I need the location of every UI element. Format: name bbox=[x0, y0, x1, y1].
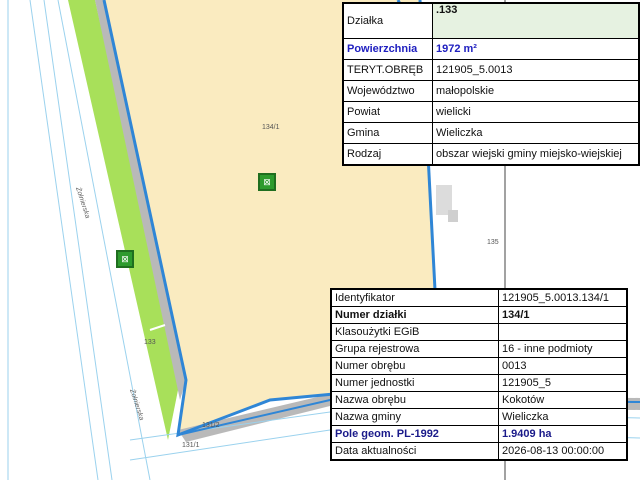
parcel-label-131-1: 131/1 bbox=[182, 442, 200, 449]
row-key-dzialka: Działka bbox=[342, 2, 433, 39]
table-row: Powierzchnia 1972 m² bbox=[342, 38, 640, 60]
row-value-data-aktualnosci: 2026-08-13 00:00:00 bbox=[498, 442, 628, 461]
row-key-powiat: Powiat bbox=[342, 101, 433, 123]
parcel-label-131-2: 131/2 bbox=[202, 422, 220, 429]
parcel-details-table: Identyfikator 121905_5.0013.134/1 Numer … bbox=[330, 288, 628, 461]
row-value-powierzchnia: 1972 m² bbox=[432, 38, 640, 60]
row-value-rodzaj: obszar wiejski gminy miejsko-wiejskiej bbox=[432, 143, 640, 166]
row-value-pole-geom: 1.9409 ha bbox=[498, 425, 628, 443]
table-row: Data aktualności 2026-08-13 00:00:00 bbox=[330, 442, 628, 461]
table-row: Identyfikator 121905_5.0013.134/1 bbox=[330, 288, 628, 307]
row-key-numer-dzialki: Numer działki bbox=[330, 306, 499, 324]
row-key-klasouzytki: Klasoużytki EGiB bbox=[330, 323, 499, 341]
row-key-rodzaj: Rodzaj bbox=[342, 143, 433, 166]
table-row: Numer obrębu 0013 bbox=[330, 357, 628, 375]
row-value-teryt: 121905_5.0013 bbox=[432, 59, 640, 81]
table-row: Rodzaj obszar wiejski gminy miejsko-wiej… bbox=[342, 143, 640, 166]
plot-number: .133 bbox=[436, 4, 458, 16]
map-viewer[interactable]: 134/1 133 131/2 131/1 135 130 Żołnierska… bbox=[0, 0, 640, 480]
table-row: Powiat wielicki bbox=[342, 101, 640, 123]
row-value-powiat: wielicki bbox=[432, 101, 640, 123]
row-key-data-aktualnosci: Data aktualności bbox=[330, 442, 499, 461]
row-value-wojewodztwo: małopolskie bbox=[432, 80, 640, 102]
plot-info-table: Działka .133 Powierzchnia 1972 m² TERYT.… bbox=[342, 2, 640, 166]
table-row: Grupa rejestrowa 16 - inne podmioty bbox=[330, 340, 628, 358]
table-row: Gmina Wieliczka bbox=[342, 122, 640, 144]
parcel-marker-icon[interactable]: ⊠ bbox=[116, 250, 134, 268]
street-label: Żołnierska bbox=[74, 185, 92, 219]
row-value-dzialka: .133 bbox=[432, 2, 640, 39]
row-key-nazwa-gminy: Nazwa gminy bbox=[330, 408, 499, 426]
row-value-nazwa-gminy: Wieliczka bbox=[498, 408, 628, 426]
table-row: Numer jednostki 121905_5 bbox=[330, 374, 628, 392]
row-key-numer-jednostki: Numer jednostki bbox=[330, 374, 499, 392]
table-row: TERYT.OBRĘB 121905_5.0013 bbox=[342, 59, 640, 81]
street-label: Żołnierska bbox=[128, 387, 146, 421]
row-key-powierzchnia: Powierzchnia bbox=[342, 38, 433, 60]
row-value-numer-obrebu: 0013 bbox=[498, 357, 628, 375]
row-key-nazwa-obrebu: Nazwa obrębu bbox=[330, 391, 499, 409]
row-value-numer-jednostki: 121905_5 bbox=[498, 374, 628, 392]
row-key-numer-obrebu: Numer obrębu bbox=[330, 357, 499, 375]
table-row: Nazwa gminy Wieliczka bbox=[330, 408, 628, 426]
row-value-klasouzytki bbox=[498, 323, 628, 341]
row-value-gmina: Wieliczka bbox=[432, 122, 640, 144]
table-row: Województwo małopolskie bbox=[342, 80, 640, 102]
table-row: Pole geom. PL-1992 1.9409 ha bbox=[330, 425, 628, 443]
row-value-numer-dzialki: 134/1 bbox=[498, 306, 628, 324]
building bbox=[448, 210, 458, 222]
table-row: Klasoużytki EGiB bbox=[330, 323, 628, 341]
table-row: Działka .133 bbox=[342, 2, 640, 39]
table-row: Numer działki 134/1 bbox=[330, 306, 628, 324]
row-key-teryt: TERYT.OBRĘB bbox=[342, 59, 433, 81]
row-key-grupa: Grupa rejestrowa bbox=[330, 340, 499, 358]
row-key-pole-geom: Pole geom. PL-1992 bbox=[330, 425, 499, 443]
row-value-nazwa-obrebu: Kokotów bbox=[498, 391, 628, 409]
table-row: Nazwa obrębu Kokotów bbox=[330, 391, 628, 409]
parcel-label-133: 133 bbox=[144, 339, 156, 346]
parcel-label-135: 135 bbox=[487, 239, 499, 246]
row-value-grupa: 16 - inne podmioty bbox=[498, 340, 628, 358]
parcel-label-134-1: 134/1 bbox=[262, 124, 280, 131]
row-key-identyfikator: Identyfikator bbox=[330, 288, 499, 307]
row-key-wojewodztwo: Województwo bbox=[342, 80, 433, 102]
parcel-marker-icon[interactable]: ⊠ bbox=[258, 173, 276, 191]
row-value-identyfikator: 121905_5.0013.134/1 bbox=[498, 288, 628, 307]
row-key-gmina: Gmina bbox=[342, 122, 433, 144]
